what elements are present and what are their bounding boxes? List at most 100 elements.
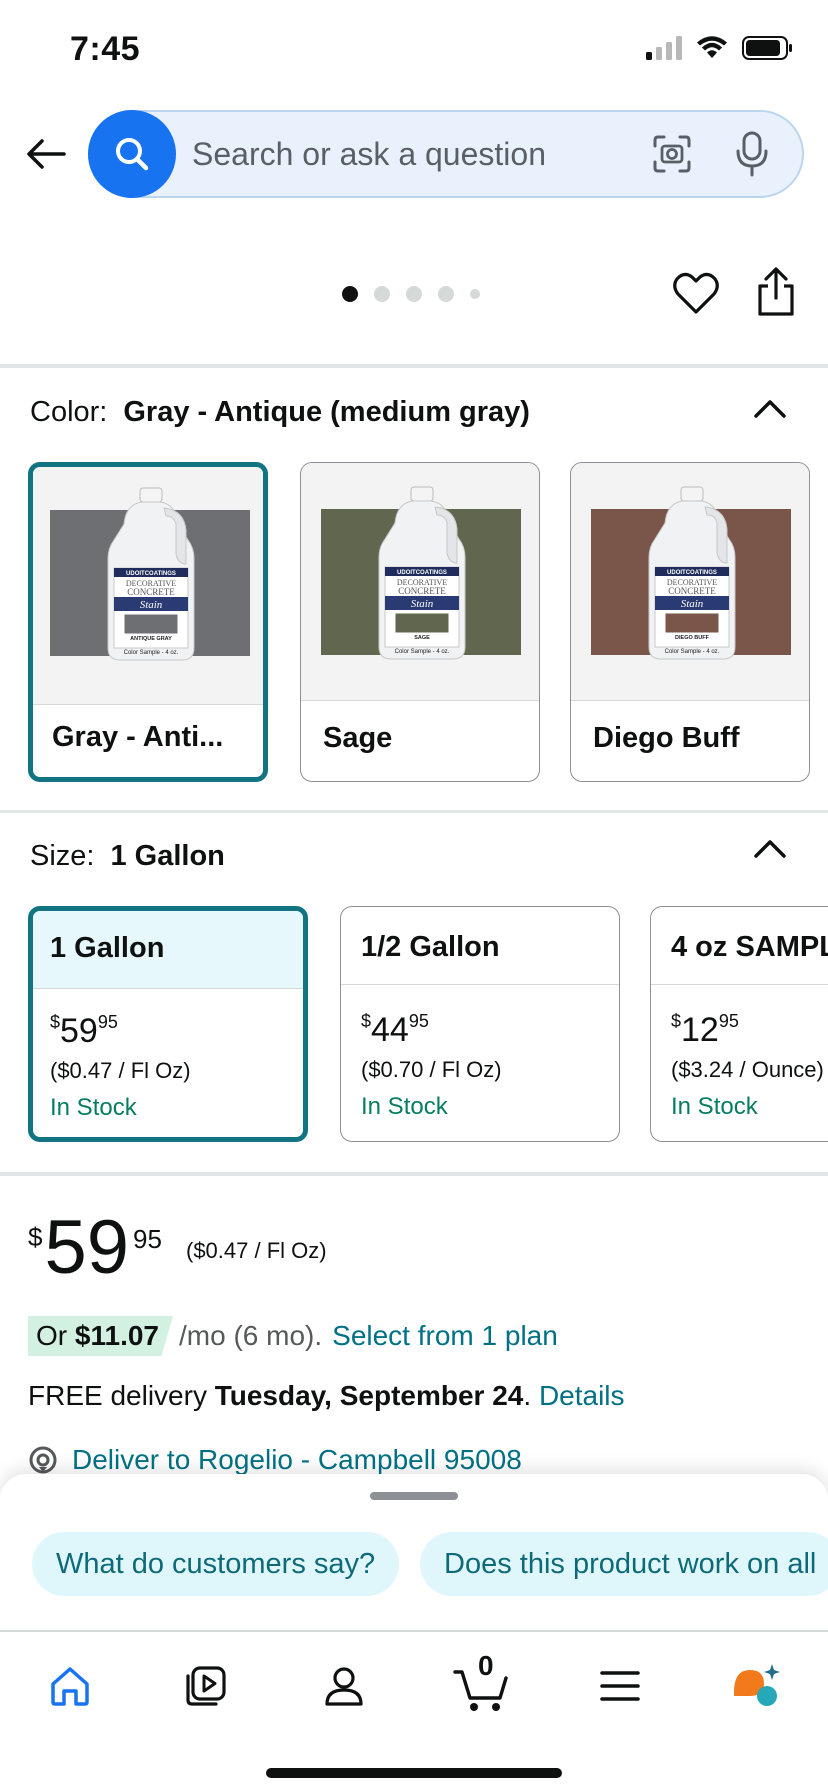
color-swatch-image: UDOITCOATINGS DECORATIVE CONCRETE Stain DIEG…: [571, 463, 809, 701]
size-option-card[interactable]: 1 Gallon $5995 ($0.47 / Fl Oz) In Stock: [28, 906, 308, 1142]
back-button[interactable]: [22, 130, 70, 178]
image-carousel-indicator[interactable]: [342, 286, 480, 302]
select-plan-link[interactable]: Select from 1 plan: [332, 1320, 558, 1352]
plan-prefix: Or: [36, 1320, 75, 1351]
carousel-dot[interactable]: [342, 286, 358, 302]
rufus-bottom-sheet[interactable]: What do customers say? Does this product…: [0, 1474, 828, 1630]
size-selected-value: 1 Gallon: [110, 840, 225, 872]
battery-icon: [742, 36, 792, 60]
search-button[interactable]: [88, 110, 176, 198]
sheet-drag-handle[interactable]: [370, 1492, 458, 1500]
home-icon: [51, 1667, 89, 1706]
color-swatch-image: UDOITCOATINGS DECORATIVE CONCRETE Stain ANTI…: [33, 467, 263, 705]
voice-search-button[interactable]: [730, 130, 774, 178]
status-bar: 7:45: [0, 0, 828, 96]
carousel-dot[interactable]: [438, 286, 454, 302]
tab-cart[interactable]: 0: [450, 1650, 514, 1716]
search-bar[interactable]: Search or ask a question: [88, 110, 804, 198]
size-option-card[interactable]: 1/2 Gallon $4495 ($0.70 / Fl Oz) In Stock: [340, 906, 620, 1142]
stain-jug-image: UDOITCOATINGSDECORATIVECONCRETEStainSAGE…: [378, 486, 466, 660]
deliver-to-row[interactable]: Deliver to Rogelio - Campbell 95008: [28, 1444, 522, 1476]
color-label: Color:: [30, 396, 108, 428]
color-option-card[interactable]: UDOITCOATINGS DECORATIVE CONCRETE Stain ANTI…: [28, 462, 268, 782]
rufus-icon: [734, 1664, 780, 1706]
jug-color-label: DIEGO BUFF: [675, 635, 710, 641]
color-option-card[interactable]: UDOITCOATINGS DECORATIVE CONCRETE Stain DIEG…: [570, 462, 810, 782]
size-price-whole: 59: [60, 1012, 98, 1050]
jug-line3-text: Stain: [681, 598, 704, 610]
payment-plan-row: Or $11.07 /mo (6 mo). Select from 1 plan: [28, 1316, 558, 1356]
tab-home[interactable]: [40, 1656, 100, 1716]
size-option-price: $5995: [50, 1012, 118, 1051]
size-option-stock: In Stock: [671, 1093, 758, 1120]
status-time: 7:45: [70, 30, 141, 68]
color-option-name: Sage: [323, 722, 393, 754]
tab-video[interactable]: [176, 1656, 236, 1716]
tab-menu[interactable]: [590, 1656, 650, 1716]
color-option-name: Diego Buff: [593, 722, 740, 754]
color-option-name: Gray - Anti...: [52, 721, 224, 753]
size-option-unit-price: ($3.24 / Ounce): [671, 1057, 824, 1082]
size-option-stock: In Stock: [50, 1094, 137, 1121]
size-option-stock: In Stock: [361, 1093, 448, 1120]
stain-jug-image: UDOITCOATINGSDECORATIVECONCRETEStainDIEG…: [648, 486, 736, 660]
carousel-dot[interactable]: [470, 289, 480, 299]
price-whole: 59: [44, 1205, 130, 1290]
jug-brand-text: UDOITCOATINGS: [667, 570, 717, 576]
size-price-fraction: 95: [408, 1011, 429, 1031]
camera-icon: [653, 135, 691, 173]
jug-line2-text: CONCRETE: [127, 587, 175, 597]
size-option-title: 1/2 Gallon: [361, 931, 500, 963]
jug-brand-text: UDOITCOATINGS: [126, 571, 176, 577]
cellular-signal-icon: [646, 36, 682, 60]
chevron-up-icon[interactable]: [752, 396, 788, 420]
heart-icon[interactable]: [672, 270, 720, 318]
search-icon: [116, 138, 149, 171]
deliver-to-link[interactable]: Deliver to Rogelio - Campbell 95008: [72, 1444, 522, 1476]
size-price-whole: 12: [681, 1011, 719, 1049]
plan-term: /mo (6 mo).: [179, 1320, 323, 1351]
plan-amount: $11.07: [74, 1320, 159, 1351]
color-option-card[interactable]: UDOITCOATINGS DECORATIVE CONCRETE Stain SAGE…: [300, 462, 540, 782]
size-price-symbol: $: [361, 1011, 372, 1031]
suggestion-chip[interactable]: What do customers say?: [32, 1532, 400, 1596]
size-option-unit-price: ($0.70 / Fl Oz): [361, 1057, 502, 1082]
location-pin-icon: [29, 1446, 57, 1474]
size-price-symbol: $: [50, 1012, 61, 1032]
color-label-row: Color: Gray - Antique (medium gray): [30, 396, 530, 429]
jug-line3-text: Stain: [411, 598, 434, 610]
size-label-row: Size: 1 Gallon: [30, 840, 225, 873]
home-indicator: [266, 1768, 562, 1778]
size-price-fraction: 95: [97, 1012, 118, 1032]
carousel-dot[interactable]: [406, 286, 422, 302]
video-icon: [186, 1666, 226, 1706]
size-option-header: 1/2 Gallon: [341, 907, 619, 985]
size-label: Size:: [30, 840, 95, 872]
suggestion-chip[interactable]: Does this product work on all: [420, 1532, 828, 1596]
carousel-dot[interactable]: [374, 286, 390, 302]
color-swatch-image: UDOITCOATINGS DECORATIVE CONCRETE Stain SAGE…: [301, 463, 539, 701]
account-icon: [325, 1667, 363, 1706]
price-fraction: 95: [133, 1224, 162, 1254]
price-symbol: $: [28, 1222, 43, 1252]
jug-footer-text: Color Sample - 4 oz.: [665, 649, 720, 655]
chevron-up-icon[interactable]: [752, 836, 788, 860]
size-option-card[interactable]: 4 oz SAMPLE $1295 ($3.24 / Ounce) In Stock: [650, 906, 828, 1142]
size-option-header: 4 oz SAMPLE: [651, 907, 828, 985]
camera-search-button[interactable]: [650, 132, 694, 176]
delivery-details-link[interactable]: Details: [539, 1380, 625, 1411]
tab-account[interactable]: [314, 1656, 374, 1716]
status-icons: [646, 36, 794, 60]
jug-line2-text: CONCRETE: [668, 586, 716, 596]
search-header: Search or ask a question: [0, 110, 828, 198]
search-input[interactable]: Search or ask a question: [192, 136, 546, 173]
share-icon[interactable]: [752, 266, 800, 318]
size-price-whole: 44: [371, 1011, 409, 1049]
size-option-title: 4 oz SAMPLE: [671, 931, 828, 963]
delivery-date: Tuesday, September 24: [214, 1380, 524, 1411]
jug-color-label: SAGE: [414, 635, 430, 641]
section-divider: [0, 810, 828, 813]
delivery-row: FREE delivery Tuesday, September 24. Det…: [28, 1380, 625, 1412]
tab-rufus[interactable]: [726, 1656, 786, 1716]
size-option-price: $1295: [671, 1011, 739, 1050]
